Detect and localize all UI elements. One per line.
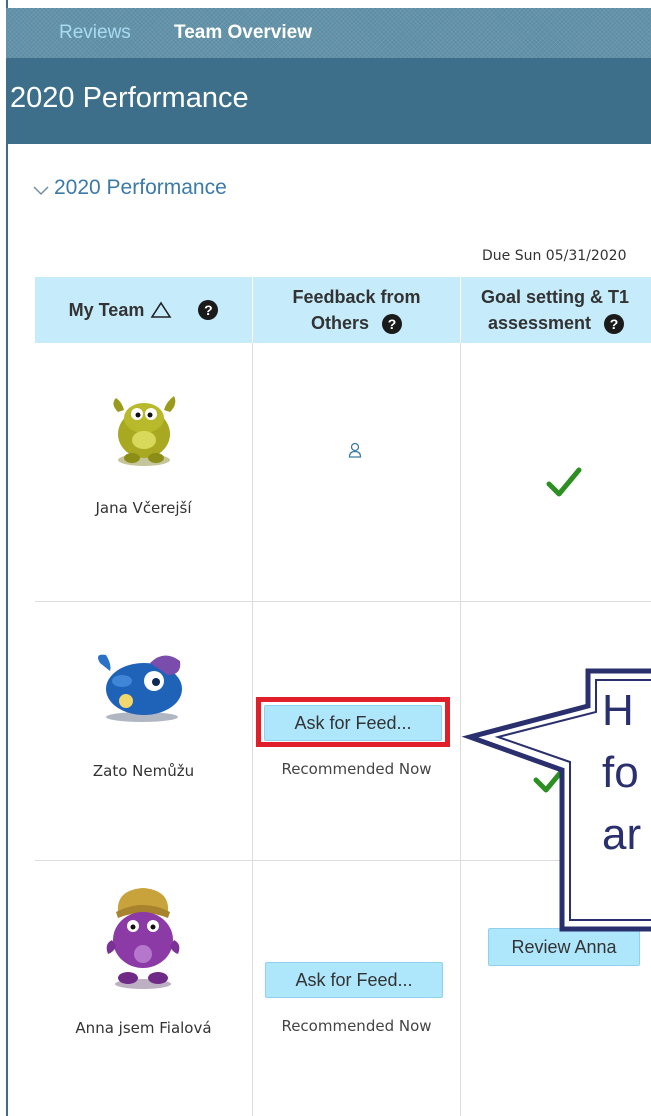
tab-reviews[interactable]: Reviews (59, 22, 131, 44)
member-name[interactable]: Zato Nemůžu (35, 762, 252, 780)
header-label-feedback-line1: Feedback from (292, 287, 421, 307)
header-label-my-team: My Team (68, 300, 145, 320)
title-bar: 2020 Performance (6, 58, 651, 144)
check-icon (546, 467, 582, 497)
avatar-zato[interactable] (92, 645, 192, 725)
member-name[interactable]: Jana Včerejší (35, 499, 252, 517)
due-date: Due Sun 05/31/2020 (482, 248, 627, 264)
check-icon (533, 763, 569, 793)
column-header-my-team[interactable]: My Team ? (35, 277, 252, 343)
row-divider (35, 860, 651, 861)
review-button[interactable]: Review Anna (488, 928, 640, 966)
app-frame: Reviews Team Overview 2020 Performance 2… (0, 0, 651, 1116)
help-icon[interactable]: ? (382, 314, 403, 335)
person-icon[interactable] (348, 442, 362, 458)
callout-text: H fo ar (602, 680, 651, 920)
callout-line: fo (602, 748, 639, 797)
header-label-goal-line1: Goal setting & T1 (481, 287, 630, 307)
column-divider (252, 343, 253, 1116)
help-icon[interactable]: ? (198, 300, 219, 320)
section-title: 2020 Performance (54, 176, 227, 199)
callout-line: ar (602, 810, 642, 859)
member-name[interactable]: Anna jsem Fialová (35, 1019, 252, 1037)
header-label-feedback-line2: Others (310, 313, 369, 333)
avatar-jana[interactable] (104, 390, 184, 470)
recommended-status: Recommended Now (281, 1017, 432, 1035)
highlight-outline (256, 697, 450, 747)
column-header-goal-setting: Goal setting & T1 assessment ? (461, 277, 651, 343)
page-title: 2020 Performance (10, 82, 249, 114)
tab-team-overview[interactable]: Team Overview (174, 22, 312, 44)
column-divider (460, 343, 461, 1116)
top-navigation: Reviews Team Overview (6, 8, 651, 58)
chevron-down-icon (33, 186, 49, 196)
avatar-anna[interactable] (100, 882, 186, 990)
callout-line: H (602, 686, 634, 735)
section-toggle[interactable]: 2020 Performance (32, 176, 227, 200)
help-icon[interactable]: ? (604, 314, 625, 335)
sort-ascending-icon[interactable] (150, 301, 172, 319)
ask-for-feedback-button[interactable]: Ask for Feed... (265, 962, 443, 998)
column-header-feedback: Feedback from Others ? (253, 277, 460, 343)
recommended-status: Recommended Now (281, 760, 432, 778)
row-divider (35, 601, 651, 602)
header-label-goal-line2: assessment (487, 313, 592, 333)
